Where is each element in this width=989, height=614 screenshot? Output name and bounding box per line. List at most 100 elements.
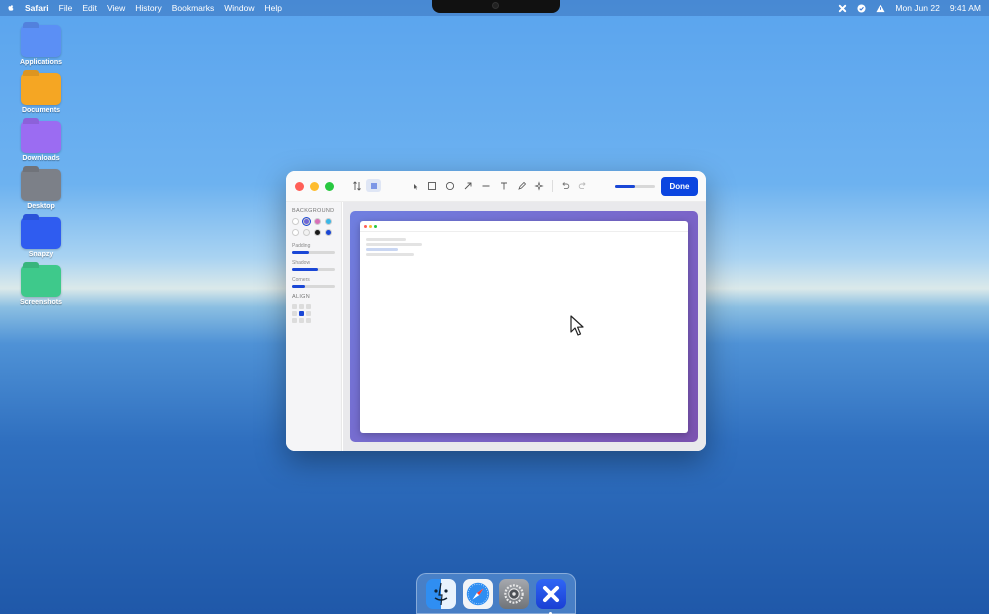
color-swatch[interactable] [292, 218, 299, 225]
text-tool-icon[interactable] [498, 180, 510, 192]
done-button[interactable]: Done [661, 177, 698, 196]
pointer-tool-icon[interactable] [409, 180, 421, 192]
safari-icon[interactable] [462, 578, 493, 609]
align-section-title: ALIGN [292, 294, 311, 300]
minimize-button[interactable] [310, 181, 319, 191]
color-swatch[interactable] [303, 229, 310, 236]
color-swatch[interactable] [325, 229, 332, 236]
menu-bookmarks[interactable]: Bookmarks [172, 3, 215, 13]
preview-text-line [366, 243, 422, 246]
menu-edit[interactable]: Edit [82, 3, 97, 13]
corners-slider-fill [292, 285, 305, 288]
snapzy-icon[interactable] [535, 578, 566, 614]
padding-label: Padding [292, 243, 311, 249]
ellipse-tool-icon[interactable] [444, 180, 456, 192]
folder-icon [21, 265, 61, 297]
background-section-title: BACKGROUND [292, 208, 335, 214]
checkmark-circle-icon[interactable] [857, 3, 866, 13]
preview-zoom-dot [374, 224, 377, 228]
align-option[interactable] [299, 311, 304, 316]
camera-icon [492, 2, 499, 9]
system-settings-icon[interactable] [499, 578, 530, 609]
menu-file[interactable]: File [59, 3, 73, 13]
menu-window[interactable]: Window [224, 3, 254, 13]
pen-tool-icon[interactable] [516, 180, 528, 192]
folder-snapzy[interactable]: Snapzy [18, 217, 64, 265]
preview-minimize-dot [369, 224, 372, 228]
menu-help[interactable]: Help [264, 3, 281, 13]
window-controls [295, 181, 334, 191]
folder-screenshots[interactable]: Screenshots [18, 265, 64, 313]
corners-label: Corners [292, 277, 310, 283]
folder-downloads[interactable]: Downloads [18, 121, 64, 169]
folder-icon [21, 25, 61, 57]
warning-icon[interactable] [876, 4, 885, 13]
preview-close-dot [364, 224, 367, 228]
mouse-cursor-icon [570, 315, 584, 336]
finder-icon[interactable] [426, 578, 457, 609]
close-button[interactable] [295, 181, 304, 191]
zoom-slider-fill [615, 185, 635, 188]
folder-label: Documents [21, 107, 61, 114]
line-tool-icon[interactable] [480, 180, 492, 192]
shadow-slider[interactable] [292, 268, 335, 271]
padding-slider[interactable] [292, 251, 335, 254]
sparkle-tool-icon[interactable] [533, 180, 545, 192]
align-option[interactable] [292, 304, 297, 309]
folder-label: Screenshots [19, 299, 63, 306]
background-swatches [292, 218, 335, 236]
align-option[interactable] [306, 304, 311, 309]
color-swatch[interactable] [303, 218, 310, 225]
menu-history[interactable]: History [135, 3, 161, 13]
shadow-slider-fill [292, 268, 318, 271]
camera-notch [432, 0, 560, 13]
color-swatch[interactable] [314, 229, 321, 236]
preview-canvas[interactable] [343, 202, 706, 451]
redo-icon[interactable] [577, 180, 589, 192]
folder-icon [21, 217, 61, 249]
arrow-tool-icon[interactable] [462, 180, 474, 192]
align-option[interactable] [292, 318, 297, 323]
zoom-slider[interactable] [615, 185, 655, 188]
color-swatch[interactable] [314, 218, 321, 225]
align-grid [292, 304, 335, 323]
screenshot-preview [360, 221, 688, 433]
apple-icon[interactable] [6, 3, 16, 13]
align-option[interactable] [306, 311, 311, 316]
corners-slider[interactable] [292, 285, 335, 288]
folder-label: Applications [19, 59, 62, 66]
padding-slider-fill [292, 251, 310, 254]
folder-icon [21, 169, 61, 201]
folder-documents[interactable]: Documents [18, 73, 64, 121]
menubar-time[interactable]: 9:41 AM [950, 3, 981, 13]
toolbar-divider [552, 180, 553, 192]
shadow-label: Shadow [292, 260, 311, 266]
undo-icon[interactable] [559, 180, 571, 192]
desktop-icons: Applications Documents Downloads Desktop… [18, 25, 64, 313]
style-sidebar: BACKGROUND Padding Shadow Corners ALIGN [286, 202, 342, 451]
sidebar-toggle-icon[interactable] [366, 179, 381, 192]
menu-view[interactable]: View [107, 3, 125, 13]
align-option[interactable] [299, 318, 304, 323]
rectangle-tool-icon[interactable] [426, 180, 438, 192]
snapzy-icon[interactable] [838, 4, 847, 13]
align-option[interactable] [292, 311, 297, 316]
menubar-date[interactable]: Mon Jun 22 [895, 3, 939, 13]
align-option[interactable] [299, 304, 304, 309]
preview-text-line [366, 238, 406, 241]
preview-text-line [366, 253, 414, 256]
menu-app-name[interactable]: Safari [25, 3, 49, 13]
color-swatch[interactable] [292, 229, 299, 236]
folder-label: Downloads [22, 155, 60, 162]
preview-titlebar [360, 221, 688, 232]
color-swatch[interactable] [325, 218, 332, 225]
dock [416, 573, 576, 614]
zoom-button[interactable] [325, 181, 334, 191]
folder-icon [21, 73, 61, 105]
folder-label: Desktop [27, 203, 55, 210]
editor-toolbar: Done [286, 171, 706, 202]
folder-desktop[interactable]: Desktop [18, 169, 64, 217]
align-option[interactable] [306, 318, 311, 323]
sort-icon[interactable] [351, 180, 363, 192]
folder-applications[interactable]: Applications [18, 25, 64, 73]
